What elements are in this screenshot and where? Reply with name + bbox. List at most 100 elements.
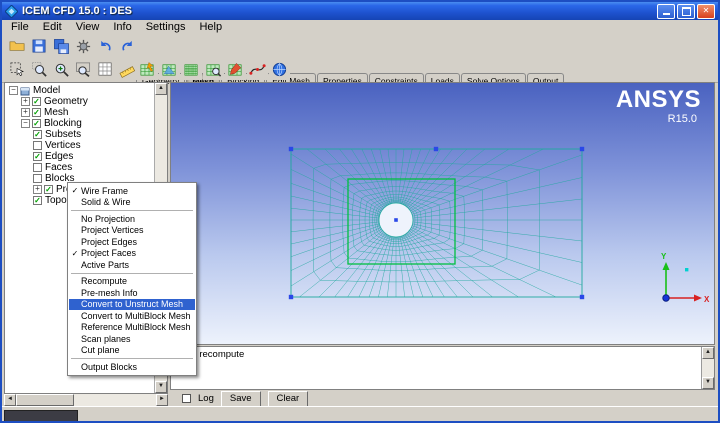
context-menu-item-project-faces[interactable]: ✓Project Faces <box>69 248 195 260</box>
compute-mesh-icon[interactable] <box>137 59 158 80</box>
tree-checkbox[interactable] <box>33 163 42 172</box>
message-text: Done recompute <box>174 349 700 360</box>
globe-icon[interactable] <box>269 59 290 80</box>
scroll-up-icon[interactable]: ▲ <box>155 83 167 95</box>
main-toolbar: GeometryMeshBlockingEdit MeshPropertiesC… <box>2 34 718 57</box>
context-menu-item-no-projection[interactable]: No Projection <box>69 213 195 225</box>
scroll-left-icon[interactable]: ◄ <box>4 394 16 406</box>
tree-item-blocking[interactable]: −✓Blocking <box>5 118 155 129</box>
context-menu-item-label: Convert to MultiBlock Mesh <box>81 311 191 321</box>
scroll-down-icon[interactable]: ▼ <box>702 377 714 389</box>
curve-mesh-icon[interactable] <box>247 59 268 80</box>
measure-icon[interactable] <box>117 59 138 80</box>
surface-mesh-icon[interactable] <box>159 59 180 80</box>
ansys-logo: ANSYS R15.0 <box>616 88 701 125</box>
message-window[interactable]: Done recompute ▲ ▼ <box>170 346 715 390</box>
context-menu-item-project-edges[interactable]: Project Edges <box>69 236 195 248</box>
minimize-button[interactable] <box>657 4 675 19</box>
tree-item-geometry[interactable]: +✓Geometry <box>5 96 155 107</box>
scroll-right-icon[interactable]: ► <box>156 394 168 406</box>
clear-button[interactable]: Clear <box>268 391 309 407</box>
context-menu-item-cut-plane[interactable]: Cut plane <box>69 345 195 357</box>
expand-icon[interactable]: + <box>33 185 42 194</box>
redo-icon[interactable] <box>117 36 138 57</box>
tree-checkbox[interactable] <box>33 174 42 183</box>
context-menu-item-pre-mesh-info[interactable]: Pre-mesh Info <box>69 287 195 299</box>
context-menu-item-reference-multiblock-mesh[interactable]: Reference MultiBlock Mesh <box>69 322 195 334</box>
tree-item-model[interactable]: −Model <box>5 85 155 96</box>
close-button[interactable]: ✕ <box>697 4 715 19</box>
scrollbar-thumb[interactable] <box>16 394 74 406</box>
menu-info[interactable]: Info <box>106 21 138 33</box>
tree-item-vertices[interactable]: Vertices <box>5 140 155 151</box>
context-menu-item-recompute[interactable]: Recompute <box>69 276 195 288</box>
tree-item-faces[interactable]: Faces <box>5 162 155 173</box>
model-icon <box>20 86 30 96</box>
mesh-icon-group <box>137 59 290 80</box>
context-menu-item-label: Project Edges <box>81 237 137 247</box>
menu-file[interactable]: File <box>4 21 36 33</box>
menu-help[interactable]: Help <box>192 21 229 33</box>
expand-icon[interactable]: + <box>21 97 30 106</box>
context-menu-item-label: Output Blocks <box>81 362 137 372</box>
tree-checkbox[interactable] <box>33 141 42 150</box>
context-menu-item-label: Wire Frame <box>81 186 128 196</box>
zoom-in-icon[interactable] <box>51 59 72 80</box>
inspect-mesh-icon[interactable] <box>203 59 224 80</box>
context-menu-item-convert-to-multiblock-mesh[interactable]: Convert to MultiBlock Mesh <box>69 310 195 322</box>
undo-icon[interactable] <box>95 36 116 57</box>
context-menu-item-scan-planes[interactable]: Scan planes <box>69 333 195 345</box>
menu-separator <box>71 273 193 274</box>
tree-checkbox[interactable]: ✓ <box>32 97 41 106</box>
fit-view-icon[interactable] <box>73 59 94 80</box>
context-menu-item-solid-wire[interactable]: Solid & Wire <box>69 197 195 209</box>
tree-checkbox[interactable]: ✓ <box>32 108 41 117</box>
tree-horizontal-scrollbar[interactable]: ◄ ► <box>4 394 168 406</box>
tree-checkbox[interactable]: ✓ <box>33 130 42 139</box>
log-checkbox[interactable] <box>182 394 191 403</box>
zoom-window-icon[interactable] <box>29 59 50 80</box>
tree-checkbox[interactable]: ✓ <box>33 196 42 205</box>
grid-icon[interactable] <box>95 59 116 80</box>
viewport[interactable]: Y X ANSYS R15.0 <box>170 82 715 345</box>
context-menu: ✓Wire FrameSolid & WireNo ProjectionProj… <box>67 182 197 376</box>
tree-item-label: Subsets <box>45 129 81 140</box>
menu-edit[interactable]: Edit <box>36 21 69 33</box>
context-menu-item-output-blocks[interactable]: Output Blocks <box>69 361 195 373</box>
tree-item-mesh[interactable]: +✓Mesh <box>5 107 155 118</box>
scroll-down-icon[interactable]: ▼ <box>155 381 167 393</box>
save-button[interactable]: Save <box>221 391 261 407</box>
context-menu-item-label: Cut plane <box>81 345 120 355</box>
edit-mesh-icon[interactable] <box>225 59 246 80</box>
density-mesh-icon[interactable] <box>181 59 202 80</box>
save-project-icon[interactable] <box>29 36 50 57</box>
context-menu-item-active-parts[interactable]: Active Parts <box>69 259 195 271</box>
context-menu-item-label: Reference MultiBlock Mesh <box>81 322 191 332</box>
tree-item-edges[interactable]: ✓Edges <box>5 151 155 162</box>
menu-view[interactable]: View <box>69 21 107 33</box>
log-label: Log <box>198 393 214 404</box>
save-all-icon[interactable] <box>51 36 72 57</box>
settings-icon[interactable] <box>73 36 94 57</box>
message-vertical-scrollbar[interactable]: ▲ ▼ <box>701 347 714 389</box>
collapse-icon[interactable]: − <box>21 119 30 128</box>
maximize-button[interactable] <box>677 4 695 19</box>
context-menu-item-wire-frame[interactable]: ✓Wire Frame <box>69 185 195 197</box>
open-project-icon[interactable] <box>7 36 28 57</box>
select-icon[interactable] <box>7 59 28 80</box>
expand-icon[interactable]: + <box>21 108 30 117</box>
tree-checkbox[interactable]: ✓ <box>32 119 41 128</box>
context-menu-item-project-vertices[interactable]: Project Vertices <box>69 225 195 237</box>
scroll-up-icon[interactable]: ▲ <box>702 347 714 359</box>
tree-checkbox[interactable]: ✓ <box>44 185 53 194</box>
context-menu-item-label: Scan planes <box>81 334 131 344</box>
tree-item-subsets[interactable]: ✓Subsets <box>5 129 155 140</box>
context-menu-item-convert-to-unstruct-mesh[interactable]: Convert to Unstruct Mesh <box>69 299 195 311</box>
collapse-icon[interactable]: − <box>9 86 18 95</box>
tree-checkbox[interactable]: ✓ <box>33 152 42 161</box>
menu-settings[interactable]: Settings <box>139 21 193 33</box>
message-controls: Log Save Clear <box>170 391 715 406</box>
context-menu-item-label: Convert to Unstruct Mesh <box>81 299 183 309</box>
title-bar[interactable]: ICEM CFD 15.0 : DES ✕ <box>2 2 718 20</box>
progress-area <box>4 410 78 423</box>
